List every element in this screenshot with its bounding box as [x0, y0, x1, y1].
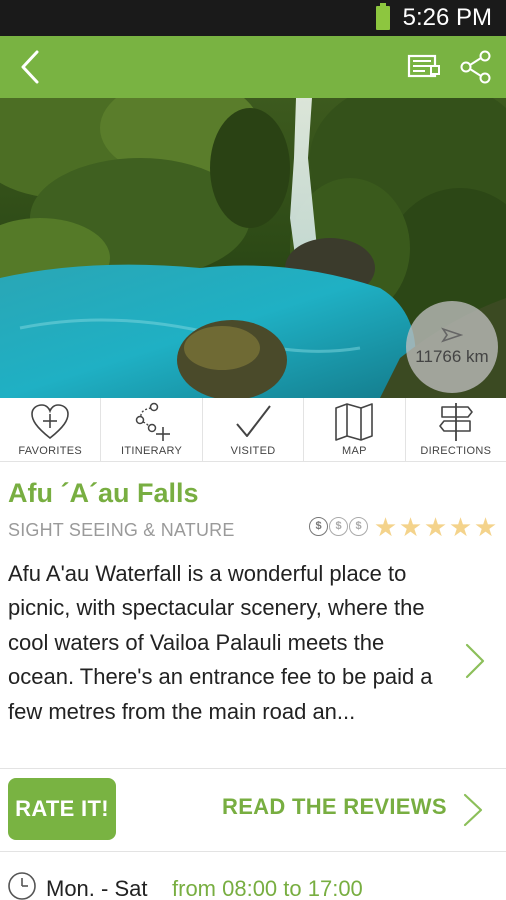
chevron-left-icon — [21, 50, 39, 84]
place-description[interactable]: Afu A'au Waterfall is a wonderful place … — [8, 557, 448, 729]
battery-icon — [376, 3, 390, 30]
chevron-right-icon[interactable] — [460, 791, 486, 829]
rate-it-button[interactable]: RATE IT! — [8, 778, 116, 840]
status-time: 5:26 PM — [402, 4, 492, 31]
signpost-icon — [439, 403, 473, 441]
checkmark-icon — [236, 405, 271, 437]
divider — [0, 768, 506, 769]
map-icon — [335, 403, 374, 441]
star-icon: ★ — [473, 512, 498, 542]
price-level: $ $ $ — [309, 517, 368, 536]
price-symbol: $ — [349, 517, 368, 536]
distance-value: 11766 km — [415, 347, 489, 366]
distance-badge[interactable]: 11766 km — [406, 301, 498, 393]
heart-plus-icon — [31, 404, 70, 440]
opening-hours: Mon. - Sat from 08:00 to 17:00 — [0, 868, 506, 900]
hours-days: Mon. - Sat — [46, 876, 148, 900]
hours-time: from 08:00 to 17:00 — [172, 876, 363, 900]
back-button[interactable] — [8, 45, 52, 89]
map-label: MAP — [342, 445, 367, 457]
chevron-right-icon[interactable] — [462, 641, 488, 681]
app-bar — [0, 36, 506, 98]
map-button[interactable]: MAP — [304, 398, 406, 461]
place-title: Afu ´A´au Falls — [8, 478, 199, 508]
document-button[interactable] — [404, 47, 444, 87]
directions-label: DIRECTIONS — [420, 445, 492, 457]
price-symbol: $ — [329, 517, 348, 536]
favorites-button[interactable]: FAVORITES — [0, 398, 102, 461]
star-rating: ★ ★ ★ ★ ★ — [373, 513, 498, 541]
clock-icon — [8, 872, 36, 900]
action-row: FAVORITES ITINERARY VISITED MAP DIRECTIO… — [0, 398, 506, 462]
directions-button[interactable]: DIRECTIONS — [406, 398, 506, 461]
hero-image: 11766 km — [0, 98, 506, 398]
itinerary-button[interactable]: ITINERARY — [101, 398, 203, 461]
star-icon: ★ — [423, 512, 448, 542]
itinerary-label: ITINERARY — [121, 445, 183, 457]
status-bar: 5:26 PM — [0, 0, 506, 36]
star-icon: ★ — [448, 512, 473, 542]
share-button[interactable] — [456, 47, 496, 87]
document-icon — [407, 54, 440, 78]
read-reviews-link[interactable]: READ THE REVIEWS — [222, 794, 447, 820]
navigation-arrow-icon — [441, 327, 463, 343]
route-plus-icon — [135, 402, 170, 441]
star-icon: ★ — [373, 512, 398, 542]
place-category: SIGHT SEEING & NATURE — [8, 520, 235, 540]
visited-button[interactable]: VISITED — [203, 398, 305, 461]
visited-label: VISITED — [230, 445, 276, 457]
star-icon: ★ — [398, 512, 423, 542]
price-symbol: $ — [309, 517, 328, 536]
share-icon — [460, 50, 491, 84]
favorites-label: FAVORITES — [18, 445, 83, 457]
divider — [0, 851, 506, 852]
